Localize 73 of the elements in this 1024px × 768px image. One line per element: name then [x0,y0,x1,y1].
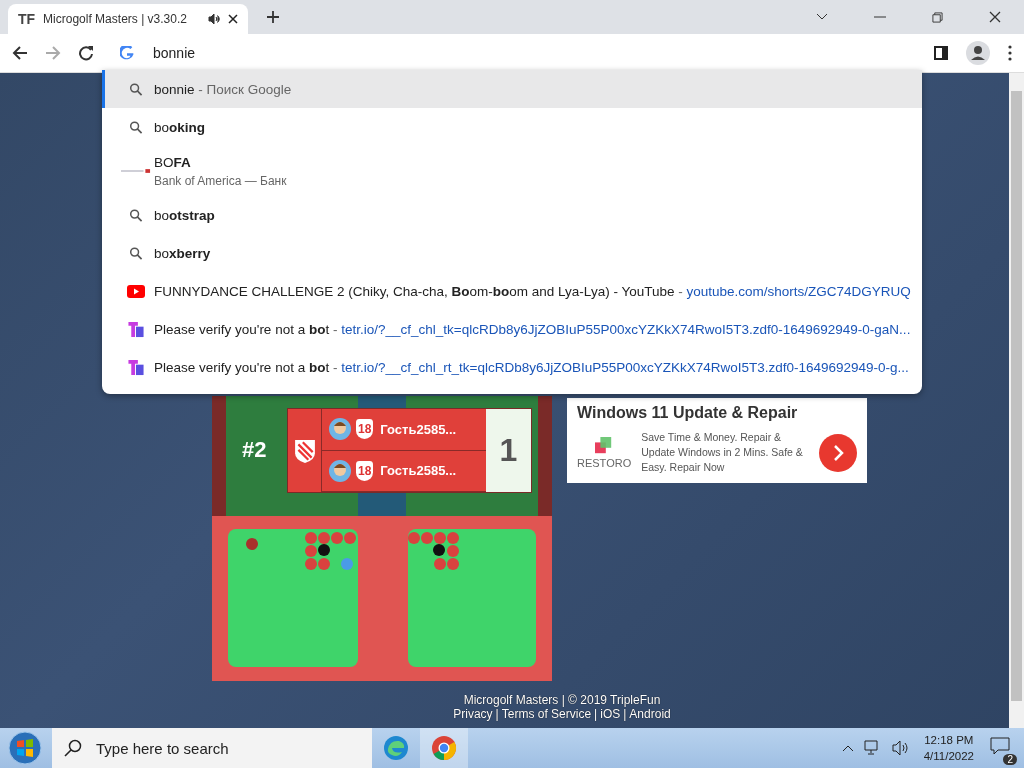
site-logo-icon [121,168,151,174]
suggestion-text: booking [154,119,206,135]
footer-link[interactable]: Android [629,707,671,721]
score-value: 1 [486,409,531,492]
player-name: Гость2585... [380,421,457,437]
suggestion-url: youtube.com/shorts/ZGC74DGYRUQ [686,283,911,299]
scrollbar[interactable] [1009,73,1024,728]
suggestion-url: tetr.io/?__cf_chl_tk=qlcRDb8y6JjZOBIuP55P00xcYZKkX74RwoI5T3.zdf0-1649692949-0-gaN... [341,321,911,337]
chevron-up-icon[interactable] [841,744,854,752]
level-badge: 18 [356,460,374,481]
avatar-icon [328,417,352,442]
chevron-right-icon[interactable] [819,433,857,472]
suggestion-item[interactable]: Please verify you're not a bot - tetr.io/?__cf_chl_rt_tk=qlcRDb8y6JjZOBIuP55P00xcYZKkX74RwoI5T3.zdf0-1649692949-0-g... [102,348,922,386]
speaker-icon[interactable] [891,740,910,756]
reload-icon[interactable] [78,45,94,61]
footer-link[interactable]: iOS [600,707,621,721]
notification-icon[interactable] [990,737,1010,755]
separator: | [623,707,627,721]
ad-text: Save Time & Money. Repair & Update Windows in 2 Mins. Safe & Easy. Repair Now [641,430,804,475]
tab-title: Microgolf Masters | v3.30.2 [43,12,188,26]
suggestion-text: bonnie [154,81,195,97]
clock-time[interactable]: 12:18 PM [924,732,974,748]
notification-count: 2 [1003,754,1017,765]
suggestion-text: Please verify you're not a bot [154,359,330,375]
player-name: Гость2585... [380,463,457,479]
level-badge: 18 [356,419,374,440]
search-box[interactable]: Type here to search [52,728,372,768]
browser-tab[interactable]: TF Microgolf Masters | v3.30.2 [8,4,248,34]
taskbar-search-field[interactable]: Type here to search [94,738,368,758]
separator: | [594,707,598,721]
start-icon[interactable] [8,731,42,765]
close-icon[interactable] [228,14,238,24]
new-tab-icon[interactable] [266,10,280,24]
suggestion-text: Please verify you're not a bot [154,321,330,337]
suggestion-hint: - Поиск Google [197,81,292,97]
chevron-down-icon[interactable] [816,13,828,21]
suggestion-item[interactable]: bootstrap [102,196,922,234]
restore-icon[interactable] [932,11,943,23]
suggestion-text: boxberry [154,245,211,261]
search-icon [64,739,82,757]
speaker-icon[interactable] [208,13,220,25]
brand-name: RESTORO [577,456,632,469]
tab-favicon: TF [18,11,36,27]
separator: | [495,707,499,721]
suggestion-text: FUNNYDANCE CHALLENGE 2 (Chiky, Cha-cha, Boom-boom and Lya-Lya) - YouTube [154,283,675,299]
suggestion-item[interactable]: bonnie - Поиск Google [102,70,922,108]
google-icon [120,46,134,60]
suggestion-item[interactable]: FUNNYDANCE CHALLENGE 2 (Chiky, Cha-cha, Boom-boom and Lya-Lya) - YouTube - youtube.com/shorts/ZGC74DGYRUQ [102,272,922,310]
clock-date[interactable]: 4/11/2022 [923,748,974,764]
suggestion-url: tetr.io/?__cf_chl_rt_tk=qlcRDb8y6JjZOBIuP55P00xcYZKkX74RwoI5T3.zdf0-1649692949-0-g... [341,359,909,375]
footer-link[interactable]: Terms of Service [501,707,592,721]
chrome-icon[interactable] [431,735,457,761]
suggestion-text: BOFA [154,154,191,170]
back-icon[interactable] [12,45,28,61]
suggestion-text: bootstrap [154,207,215,223]
side-panel-icon[interactable] [934,46,948,60]
ad-heading: Windows 11 Update & Repair [577,404,799,422]
footer-link[interactable]: Privacy [453,707,493,721]
suggestion-subtitle: Bank of America — Банк [154,173,287,188]
dash-separator: - [677,283,684,299]
rank-label: #2 [242,437,267,463]
suggestion-item[interactable]: BOFA Bank of America — Банк [102,146,922,196]
menu-icon[interactable] [1008,45,1012,61]
footer-text: Microgolf Masters | © 2019 TripleFun [463,693,661,707]
suggestion-item[interactable]: booking [102,108,922,146]
dash-separator: - [331,359,339,375]
profile-icon[interactable] [966,41,990,65]
close-icon[interactable] [989,11,1001,23]
suggestion-item[interactable]: boxberry [102,234,922,272]
logo-icon [595,436,614,455]
avatar-icon [328,458,352,483]
suggestion-item[interactable]: Please verify you're not a bot - tetr.io/?__cf_chl_tk=qlcRDb8y6JjZOBIuP55P00xcYZKkX74RwoI5T3.zdf0-1649692949-0-gaN... [102,310,922,348]
dash-separator: - [331,321,339,337]
